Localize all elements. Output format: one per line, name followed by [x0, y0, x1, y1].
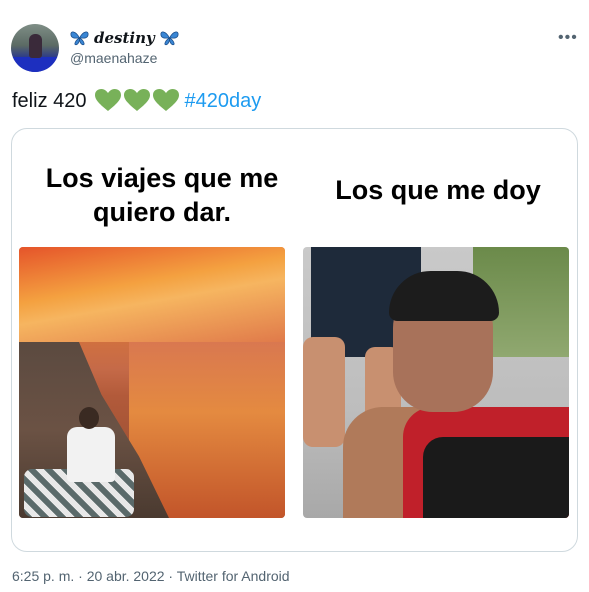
leg: [303, 337, 345, 447]
tweet-text: feliz 420 #420day: [12, 89, 261, 113]
tweet-body: feliz 420: [12, 89, 87, 112]
sunset-sky: [19, 247, 285, 342]
green-heart-icon: [123, 89, 150, 111]
beach-sunset-photo: [19, 247, 285, 518]
woman-head: [79, 407, 99, 429]
black-shirt: [423, 437, 569, 518]
avatar-pool: [11, 57, 59, 72]
meme-caption-left: Los viajes que me quiero dar.: [45, 163, 279, 227]
author-display-name[interactable]: destiny: [94, 29, 155, 47]
author-handle[interactable]: @maenahaze: [70, 50, 157, 66]
meme-caption-right: Los que me doy: [335, 175, 541, 205]
tweet-timestamp[interactable]: 6:25 p. m. · 20 abr. 2022 · Twitter for …: [12, 568, 290, 584]
green-heart-icon: [152, 89, 179, 111]
hashtag-link[interactable]: #420day: [185, 90, 262, 113]
more-options-icon[interactable]: •••: [558, 29, 578, 47]
green-heart-icon: [94, 89, 121, 111]
man-on-ground-photo: [303, 247, 569, 518]
avatar-figure: [29, 34, 42, 58]
media-card[interactable]: Los viajes que me quiero dar. Los que me…: [11, 128, 578, 552]
seated-woman: [67, 427, 115, 482]
butterfly-icon: [160, 31, 179, 46]
butterfly-icon: [70, 31, 89, 46]
man-hair: [389, 271, 499, 321]
avatar[interactable]: [11, 24, 59, 72]
author-name-row[interactable]: destiny: [70, 29, 179, 47]
